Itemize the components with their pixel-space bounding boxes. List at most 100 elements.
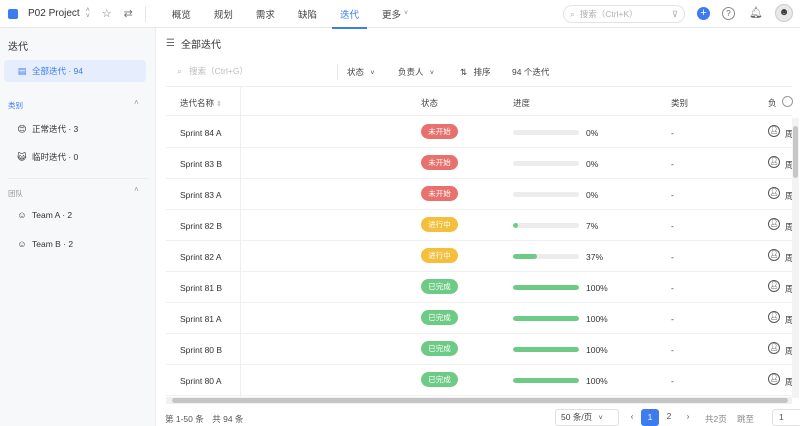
filter-icon[interactable]: ⊽: [672, 9, 678, 20]
bell-icon[interactable]: 🔔︎: [749, 6, 763, 19]
column-header-owner[interactable]: 负: [768, 97, 777, 109]
owner-name[interactable]: 周: [785, 159, 792, 171]
status-badge[interactable]: 未开始: [421, 186, 458, 201]
progress-bar: [513, 316, 579, 321]
iteration-name[interactable]: Sprint 81 B: [180, 283, 222, 293]
progress-text: 0%: [586, 190, 599, 200]
status-badge[interactable]: 进行中: [421, 248, 458, 263]
iteration-name[interactable]: Sprint 83 A: [180, 190, 222, 200]
nav-more[interactable]: 更多 ˅: [372, 0, 418, 28]
column-settings-icon[interactable]: [782, 96, 793, 107]
status-filter-label: 状态: [347, 67, 365, 77]
owner-name[interactable]: 周: [785, 345, 792, 357]
iteration-search-input[interactable]: ⌕ 搜索（Ctrl+G）: [177, 65, 248, 77]
iteration-name[interactable]: Sprint 82 A: [180, 252, 222, 262]
table-row[interactable]: Sprint 81 B 已完成 100% - 👤︎ 周: [166, 272, 792, 303]
sidebar-item-team-b[interactable]: ☺ Team B · 2: [4, 233, 146, 255]
progress-bar: [513, 378, 579, 383]
sort-icon: ⇕: [216, 101, 222, 108]
jump-page-input[interactable]: 1: [772, 409, 800, 426]
status-badge[interactable]: 已完成: [421, 310, 458, 325]
iteration-name[interactable]: Sprint 84 A: [180, 128, 222, 138]
status-badge[interactable]: 已完成: [421, 341, 458, 356]
global-search-placeholder: 搜索（Ctrl+K）: [579, 9, 638, 19]
owner-name[interactable]: 周: [785, 314, 792, 326]
owner-name[interactable]: 周: [785, 221, 792, 233]
iteration-name[interactable]: Sprint 80 B: [180, 345, 222, 355]
owner-name[interactable]: 周: [785, 376, 792, 388]
user-icon: 👤︎: [768, 125, 780, 137]
vertical-scrollbar-thumb[interactable]: [793, 126, 798, 178]
page-size-select[interactable]: 50 条/页 ˅: [555, 409, 619, 426]
switch-icon[interactable]: ⇄: [124, 7, 133, 20]
smile-icon: 😊︎: [17, 123, 27, 134]
owner-filter-button[interactable]: 负责人 ˅: [398, 66, 434, 78]
table-row[interactable]: Sprint 80 B 已完成 100% - 👤︎ 周: [166, 334, 792, 365]
iteration-table: 迭代名称 ⇕ 状态 进度 类别 负 Sprint 84 A 未开始 0% - 👤︎ 周 Spr…: [166, 86, 792, 398]
help-icon[interactable]: ?: [722, 7, 735, 20]
total-pages: 共2页: [705, 414, 727, 424]
create-button[interactable]: +: [697, 7, 710, 20]
sort-button[interactable]: ⇅ 排序: [460, 66, 491, 78]
status-badge[interactable]: 未开始: [421, 124, 458, 139]
column-header-name[interactable]: 迭代名称 ⇕: [180, 97, 222, 109]
table-row[interactable]: Sprint 80 A 已完成 100% - 👤︎ 周: [166, 365, 792, 396]
status-filter-button[interactable]: 状态 ˅: [347, 66, 374, 78]
progress-bar: [513, 130, 579, 135]
prev-page-button[interactable]: ‹: [623, 409, 641, 426]
table-row[interactable]: Sprint 81 A 已完成 100% - 👤︎ 周: [166, 303, 792, 334]
chevron-up-icon[interactable]: ˄: [134, 98, 139, 107]
sidebar-item-all[interactable]: ▤ 全部迭代 · 94: [4, 60, 146, 82]
table-row[interactable]: Sprint 84 A 未开始 0% - 👤︎ 周: [166, 117, 792, 148]
column-header-status[interactable]: 状态: [421, 97, 438, 109]
user-icon: 👤︎: [768, 373, 780, 385]
progress-bar: [513, 285, 579, 290]
status-badge[interactable]: 已完成: [421, 279, 458, 294]
column-header-type[interactable]: 类别: [671, 97, 688, 109]
nav-iterations[interactable]: 迭代: [330, 0, 369, 29]
table-row[interactable]: Sprint 82 A 进行中 37% - 👤︎ 周: [166, 241, 792, 272]
status-badge[interactable]: 进行中: [421, 217, 458, 232]
sidebar-item-normal[interactable]: 😊︎ 正常迭代 · 3: [4, 118, 146, 140]
chevron-down-icon: ˅: [598, 415, 603, 422]
owner-name[interactable]: 周: [785, 190, 792, 202]
column-divider: [240, 86, 241, 398]
user-avatar[interactable]: ☻: [775, 4, 793, 22]
iteration-name[interactable]: Sprint 81 A: [180, 314, 222, 324]
nav-planning[interactable]: 规划: [204, 0, 243, 28]
horizontal-scrollbar-thumb[interactable]: [172, 398, 788, 403]
list-icon[interactable]: ☰: [166, 38, 175, 49]
table-row[interactable]: Sprint 82 B 进行中 7% - 👤︎ 周: [166, 210, 792, 241]
iteration-type: -: [671, 128, 674, 138]
nav-requirements[interactable]: 需求: [246, 0, 285, 28]
progress-bar-fill: [513, 223, 518, 228]
owner-name[interactable]: 周: [785, 128, 792, 140]
status-badge[interactable]: 未开始: [421, 155, 458, 170]
iteration-name[interactable]: Sprint 82 B: [180, 221, 222, 231]
nav-defects[interactable]: 缺陷: [288, 0, 327, 28]
global-search-input[interactable]: ⌕ 搜索（Ctrl+K） ⊽: [563, 5, 685, 23]
main-header: ☰ 全部迭代: [157, 28, 800, 58]
owner-name[interactable]: 周: [785, 252, 792, 264]
page-button-2[interactable]: 2: [660, 409, 678, 426]
table-row[interactable]: Sprint 83 A 未开始 0% - 👤︎ 周: [166, 179, 792, 210]
iteration-type: -: [671, 376, 674, 386]
pagination-range: 第 1-50 条 共 94 条: [165, 414, 244, 424]
star-icon[interactable]: ☆: [102, 7, 112, 20]
owner-name[interactable]: 周: [785, 283, 792, 295]
page-button-1[interactable]: 1: [641, 409, 659, 426]
nav-overview[interactable]: 概览: [162, 0, 201, 28]
column-header-progress[interactable]: 进度: [513, 97, 530, 109]
chevron-up-icon[interactable]: ˄: [134, 185, 139, 194]
progress-bar: [513, 161, 579, 166]
sidebar-item-label: 临时迭代 · 0: [32, 152, 79, 162]
next-page-button[interactable]: ›: [679, 409, 697, 426]
sidebar-item-team-a[interactable]: ☺ Team A · 2: [4, 204, 146, 226]
iteration-name[interactable]: Sprint 83 B: [180, 159, 222, 169]
table-row[interactable]: Sprint 83 B 未开始 0% - 👤︎ 周: [166, 148, 792, 179]
status-badge[interactable]: 已完成: [421, 372, 458, 387]
iteration-name[interactable]: Sprint 80 A: [180, 376, 222, 386]
chevron-down-icon: ˅: [370, 70, 375, 77]
project-switcher[interactable]: P02 Project ˄ ˅: [8, 7, 90, 20]
sidebar-item-temporary[interactable]: 😺︎ 临时迭代 · 0: [4, 146, 146, 168]
